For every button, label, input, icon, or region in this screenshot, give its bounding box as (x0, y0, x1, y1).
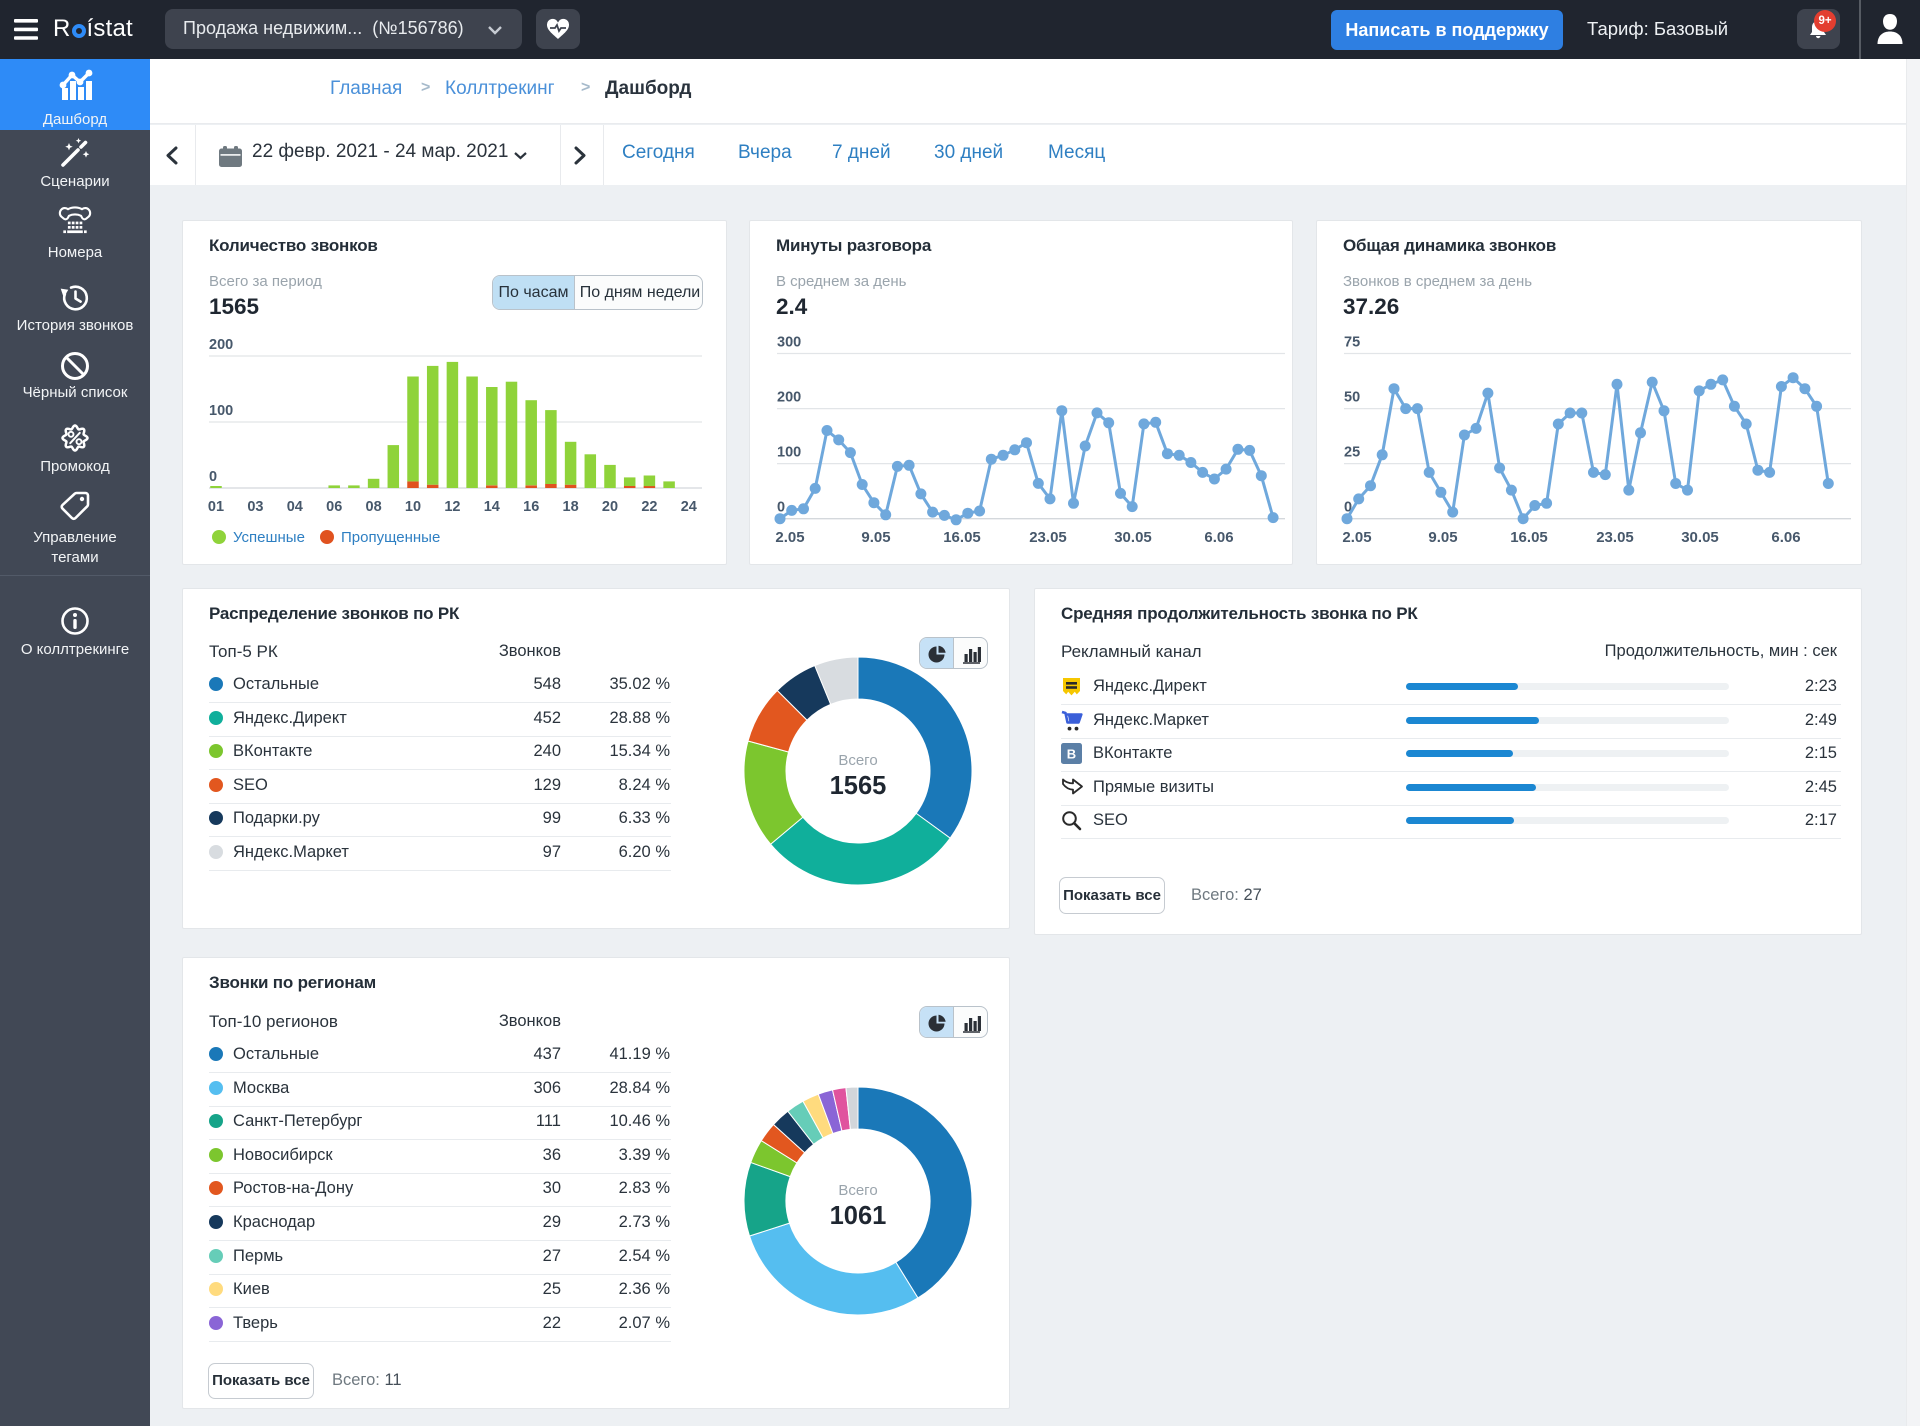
svg-text:23.05: 23.05 (1029, 529, 1067, 546)
svg-text:6.06: 6.06 (1204, 529, 1233, 546)
svg-text:Пропущенные: Пропущенные (341, 529, 440, 546)
svg-text:03: 03 (247, 499, 263, 515)
svg-text:01: 01 (208, 499, 224, 515)
svg-text:23.05: 23.05 (1596, 529, 1634, 546)
svg-text:9.05: 9.05 (1428, 529, 1457, 546)
svg-text:2.05: 2.05 (775, 529, 804, 546)
svg-text:0: 0 (209, 469, 217, 485)
svg-text:Всего: Всего (838, 752, 877, 769)
svg-text:100: 100 (209, 403, 233, 419)
svg-text:9.05: 9.05 (861, 529, 890, 546)
svg-text:10: 10 (405, 499, 421, 515)
svg-text:12: 12 (444, 499, 460, 515)
svg-text:1565: 1565 (830, 772, 887, 800)
svg-text:200: 200 (209, 337, 233, 353)
svg-text:24: 24 (681, 499, 697, 515)
svg-text:В: В (1067, 747, 1076, 762)
svg-text:300: 300 (777, 335, 801, 351)
svg-text:Успешные: Успешные (233, 529, 305, 546)
svg-text:16.05: 16.05 (943, 529, 981, 546)
svg-text:Всего: Всего (838, 1182, 877, 1199)
svg-text:25: 25 (1344, 445, 1360, 461)
svg-text:1061: 1061 (830, 1202, 887, 1230)
svg-text:30.05: 30.05 (1681, 529, 1719, 546)
svg-text:16.05: 16.05 (1510, 529, 1548, 546)
svg-text:2.05: 2.05 (1342, 529, 1371, 546)
svg-text:100: 100 (777, 445, 801, 461)
svg-text:20: 20 (602, 499, 618, 515)
svg-text:200: 200 (777, 390, 801, 406)
svg-text:16: 16 (523, 499, 539, 515)
svg-text:22: 22 (641, 499, 657, 515)
svg-text:30.05: 30.05 (1114, 529, 1152, 546)
svg-text:06: 06 (326, 499, 342, 515)
svg-text:04: 04 (287, 499, 303, 515)
svg-text:14: 14 (484, 499, 500, 515)
svg-text:50: 50 (1344, 390, 1360, 406)
svg-text:75: 75 (1344, 335, 1360, 351)
svg-text:6.06: 6.06 (1771, 529, 1800, 546)
svg-text:08: 08 (366, 499, 382, 515)
svg-text:18: 18 (563, 499, 579, 515)
